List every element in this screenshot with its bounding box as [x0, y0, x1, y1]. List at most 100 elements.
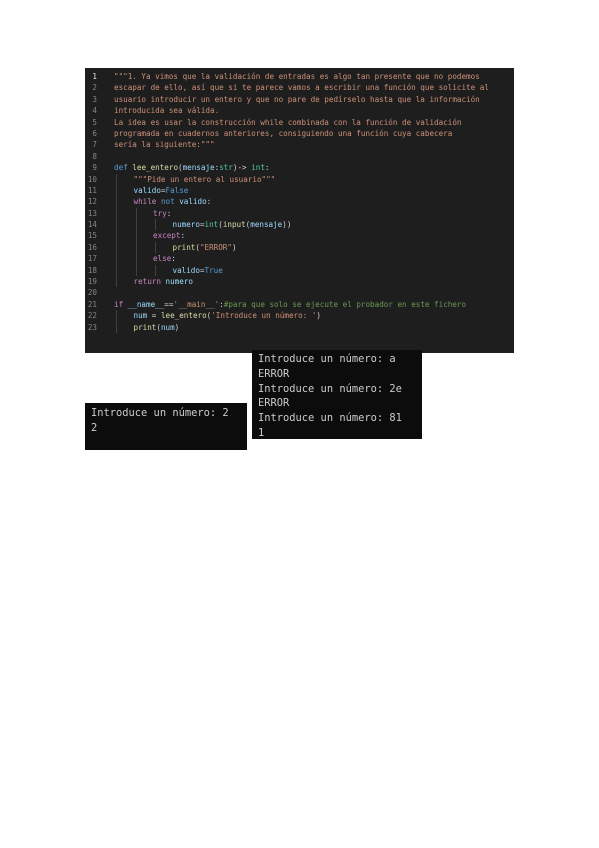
indent-guide: [135, 207, 137, 220]
code-token: ): [231, 242, 237, 252]
code-token: usuario introducir un entero y que no pa…: [114, 94, 480, 104]
code-text: valido=True: [173, 265, 223, 276]
code-token: :: [264, 163, 270, 173]
code-token: except: [153, 231, 181, 241]
code-token: "ERROR": [199, 242, 232, 252]
code-token: :: [180, 231, 186, 241]
code-text: if __name__=='__main__':#para que solo s…: [114, 299, 466, 310]
code-token: int: [204, 220, 219, 230]
code-token: valido: [133, 185, 161, 195]
terminal-output-valid-input: Introduce un número: 2 2: [85, 403, 247, 450]
indent-guide: [116, 230, 117, 242]
code-line: 6 programada en cuadernos anteriores, con…: [85, 128, 514, 139]
line-number: 7: [92, 140, 97, 150]
code-token: num: [133, 311, 148, 321]
code-token: )): [282, 220, 292, 230]
code-token: print: [172, 242, 196, 252]
line-number: 20: [87, 288, 97, 298]
line-number: 14: [87, 220, 97, 230]
code-text: escapar de ello, así que si te parece va…: [114, 82, 489, 93]
indent-guide: [135, 264, 137, 277]
indent-guide: [116, 321, 117, 333]
code-token: valido: [179, 197, 207, 207]
code-text: usuario introducir un entero y que no pa…: [114, 94, 480, 105]
code-text: print(num): [134, 322, 180, 333]
code-token: if: [114, 299, 128, 309]
code-token: False: [165, 185, 189, 195]
code-line: 8: [85, 151, 514, 162]
code-token: :: [206, 197, 212, 207]
code-line: 21 if __name__=='__main__':#para que solo…: [85, 299, 514, 310]
code-token: mensaje: [250, 220, 283, 230]
code-token: :: [166, 208, 172, 218]
code-token: introducida sea válida.: [114, 106, 220, 116]
code-line: 22 num = lee_entero('Introduce un número:…: [85, 310, 514, 322]
code-token: input: [222, 220, 246, 230]
code-text: sería la siguiente:""": [114, 139, 215, 150]
line-number: 23: [87, 322, 97, 332]
line-number: 5: [92, 117, 97, 127]
indent-guide: [116, 173, 117, 185]
indent-guide: [155, 241, 156, 254]
code-token: :: [171, 254, 176, 264]
code-line: 14 numero=int(input(mensaje)): [85, 219, 514, 231]
terminal-line: Introduce un número: 2: [91, 407, 229, 419]
code-line: 10 """Pide un entero al usuario""": [85, 173, 514, 185]
line-number: 18: [87, 265, 97, 275]
code-token: lee_entero: [160, 311, 207, 321]
code-text: La idea es usar la construcción while co…: [114, 117, 461, 128]
terminal-line: Introduce un número: a: [258, 353, 396, 365]
code-token: ): [316, 311, 321, 321]
code-line: 5 La idea es usar la construcción while c…: [85, 117, 514, 128]
indent-guide: [135, 253, 137, 265]
code-token: '__main__': [173, 299, 220, 309]
indent-guide: [116, 264, 117, 277]
code-token: print: [133, 322, 157, 332]
code-token: numero: [165, 277, 193, 287]
code-token: mensaje: [182, 163, 215, 173]
line-number: 22: [87, 311, 97, 321]
line-number: 15: [87, 231, 97, 241]
code-text: def lee_entero(mensaje:str)-> int:: [114, 162, 270, 173]
code-text: numero=int(input(mensaje)): [173, 219, 292, 230]
indent-guide: [135, 241, 137, 254]
line-number: 3: [92, 94, 97, 104]
code-editor[interactable]: 1 """1. Ya vimos que la validación de ent…: [85, 68, 514, 353]
terminal-line: 1: [258, 426, 265, 439]
code-line: 15 except:: [85, 230, 514, 242]
line-number: 11: [87, 185, 97, 195]
terminal-line: 2: [91, 421, 98, 434]
line-number: 19: [87, 277, 97, 287]
line-number: 6: [92, 128, 97, 138]
indent-guide: [116, 196, 117, 208]
code-line: 1 """1. Ya vimos que la validación de ent…: [85, 71, 514, 82]
indent-guide: [116, 276, 117, 288]
code-text: return numero: [134, 276, 193, 287]
code-line: 20: [85, 287, 514, 298]
code-token: not: [160, 197, 180, 207]
code-token: La idea es usar la construcción while co…: [114, 117, 462, 127]
code-token: escapar de ello, así que si te parece va…: [114, 83, 489, 93]
code-token: lee_entero: [132, 163, 179, 173]
code-line: 19 return numero: [85, 276, 514, 288]
indent-guide: [155, 219, 156, 231]
code-token: num: [160, 322, 175, 332]
terminal-line: Introduce un número: 2e: [258, 382, 402, 395]
indent-guide: [116, 310, 117, 322]
line-number: 17: [87, 254, 97, 264]
code-text: valido=False: [134, 185, 189, 196]
code-token: True: [204, 265, 223, 275]
indent-guide: [116, 241, 117, 254]
line-number: 16: [87, 242, 97, 252]
line-number: 21: [87, 299, 97, 309]
indent-guide: [116, 253, 117, 265]
line-number: 9: [92, 163, 97, 173]
code-text: else:: [153, 253, 176, 264]
code-line: 2 escapar de ello, así que si te parece v…: [85, 82, 514, 93]
indent-guide: [135, 230, 137, 242]
code-line: 9 def lee_entero(mensaje:str)-> int:: [85, 162, 514, 173]
code-token: """1. Ya vimos que la validación de entr…: [114, 72, 480, 81]
terminal-line: ERROR: [258, 397, 290, 410]
code-line: 17 else:: [85, 253, 514, 265]
line-number: 8: [92, 151, 97, 161]
